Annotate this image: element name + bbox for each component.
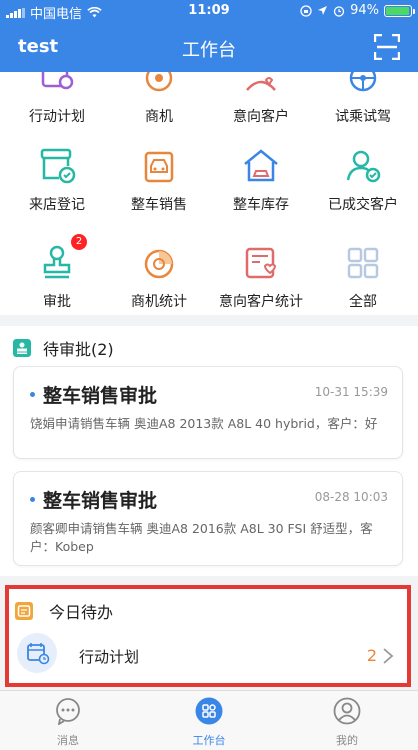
card-time: 10-31 15:39 <box>314 385 388 399</box>
card-desc: 颜客卿申请销售车辆 奥迪A8 2016款 A8L 30 FSI 舒适型，客户：K… <box>30 521 373 554</box>
grid-item-test-drive[interactable]: 试乘试驾 <box>311 72 415 126</box>
calendar-icon <box>35 72 79 100</box>
card-time: 08-28 10:03 <box>314 490 388 504</box>
customer-check-icon <box>341 144 385 188</box>
calendar-icon <box>17 633 57 673</box>
card-title: 整车销售审批 <box>43 490 158 512</box>
battery-icon <box>384 4 415 17</box>
lock-rotation-icon <box>300 4 312 17</box>
status-bar: 中国电信 11:09 94% <box>0 0 418 22</box>
todo-header: 今日待办 <box>15 599 113 623</box>
tab-label: 工作台 <box>192 734 226 747</box>
register-icon <box>35 144 79 188</box>
tab-profile[interactable]: 我的 <box>307 697 387 748</box>
location-icon <box>318 6 328 15</box>
card-title: 整车销售审批 <box>43 385 158 407</box>
grid-item-approval[interactable]: 2 审批 <box>5 234 109 311</box>
card-desc: 饶娟申请销售车辆 奥迪A8 2013款 A8L 40 hybrid，客户：好 <box>30 416 378 431</box>
grid-item-opportunity-stats[interactable]: 商机统计 <box>107 241 211 311</box>
page-title: 工作台 <box>182 40 236 61</box>
approval-card[interactable]: 整车销售审批 10-31 15:39 饶娟申请销售车辆 奥迪A8 2013款 A… <box>13 366 403 459</box>
grid-item-intent-customer[interactable]: 意向客户 <box>209 72 313 126</box>
grid-item-vehicle-sales[interactable]: 整车销售 <box>107 144 211 214</box>
scan-icon[interactable] <box>374 34 400 60</box>
bullet-dot <box>30 497 35 502</box>
profile-icon <box>333 697 361 725</box>
bullet-dot <box>30 392 35 397</box>
nav-bar: test 工作台 <box>0 22 418 72</box>
pending-approval-section: 待审批(2) 整车销售审批 10-31 15:39 饶娟申请销售车辆 奥迪A8 … <box>0 326 418 576</box>
tab-bar: 消息 工作台 我的 <box>0 690 418 750</box>
pie-chart-icon <box>137 241 181 285</box>
approval-badge: 2 <box>71 234 87 250</box>
grid-item-intent-stats[interactable]: 意向客户统计 <box>209 241 313 311</box>
message-icon <box>56 698 80 726</box>
grid-item-opportunity[interactable]: 商机 <box>107 72 211 126</box>
tab-messages[interactable]: 消息 <box>28 697 108 748</box>
heart-person-icon <box>239 72 283 100</box>
tab-label: 消息 <box>57 734 79 747</box>
function-grid: 行动计划 商机 意向客户 试乘试驾 来店登记 整车销售 整车库存 已成交客户 2… <box>0 72 418 315</box>
battery-percent: 94% <box>350 3 379 18</box>
tab-workbench[interactable]: 工作台 <box>169 697 249 748</box>
todo-item-count: 2 <box>366 646 377 665</box>
grid-icon <box>341 241 385 285</box>
tab-label: 我的 <box>336 734 358 747</box>
todo-item-action-plan[interactable]: 行动计划 2 <box>9 631 407 681</box>
report-heart-icon <box>239 241 283 285</box>
alarm-icon <box>333 5 345 17</box>
chevron-right-icon <box>383 648 394 664</box>
grid-item-store-register[interactable]: 来店登记 <box>5 144 109 214</box>
stamp-icon: 2 <box>35 234 87 285</box>
opportunity-icon <box>137 72 181 100</box>
approval-card[interactable]: 整车销售审批 08-28 10:03 颜客卿申请销售车辆 奥迪A8 2016款 … <box>13 471 403 566</box>
approval-section-icon <box>13 339 31 357</box>
grid-item-action-plan[interactable]: 行动计划 <box>5 72 109 126</box>
warehouse-icon <box>239 144 283 188</box>
today-todo-section: 今日待办 行动计划 2 <box>5 585 411 687</box>
grid-item-all[interactable]: 全部 <box>311 241 415 311</box>
pending-header[interactable]: 待审批(2) <box>13 336 114 360</box>
pending-title: 待审批(2) <box>43 340 114 359</box>
vehicle-sales-icon <box>137 144 181 188</box>
todo-section-icon <box>15 602 33 620</box>
grid-item-closed-customer[interactable]: 已成交客户 <box>311 144 415 214</box>
steering-wheel-icon <box>341 72 385 100</box>
grid-item-vehicle-stock[interactable]: 整车库存 <box>209 144 313 214</box>
todo-title: 今日待办 <box>49 603 114 622</box>
workbench-icon <box>195 697 223 725</box>
todo-item-label: 行动计划 <box>79 648 140 666</box>
